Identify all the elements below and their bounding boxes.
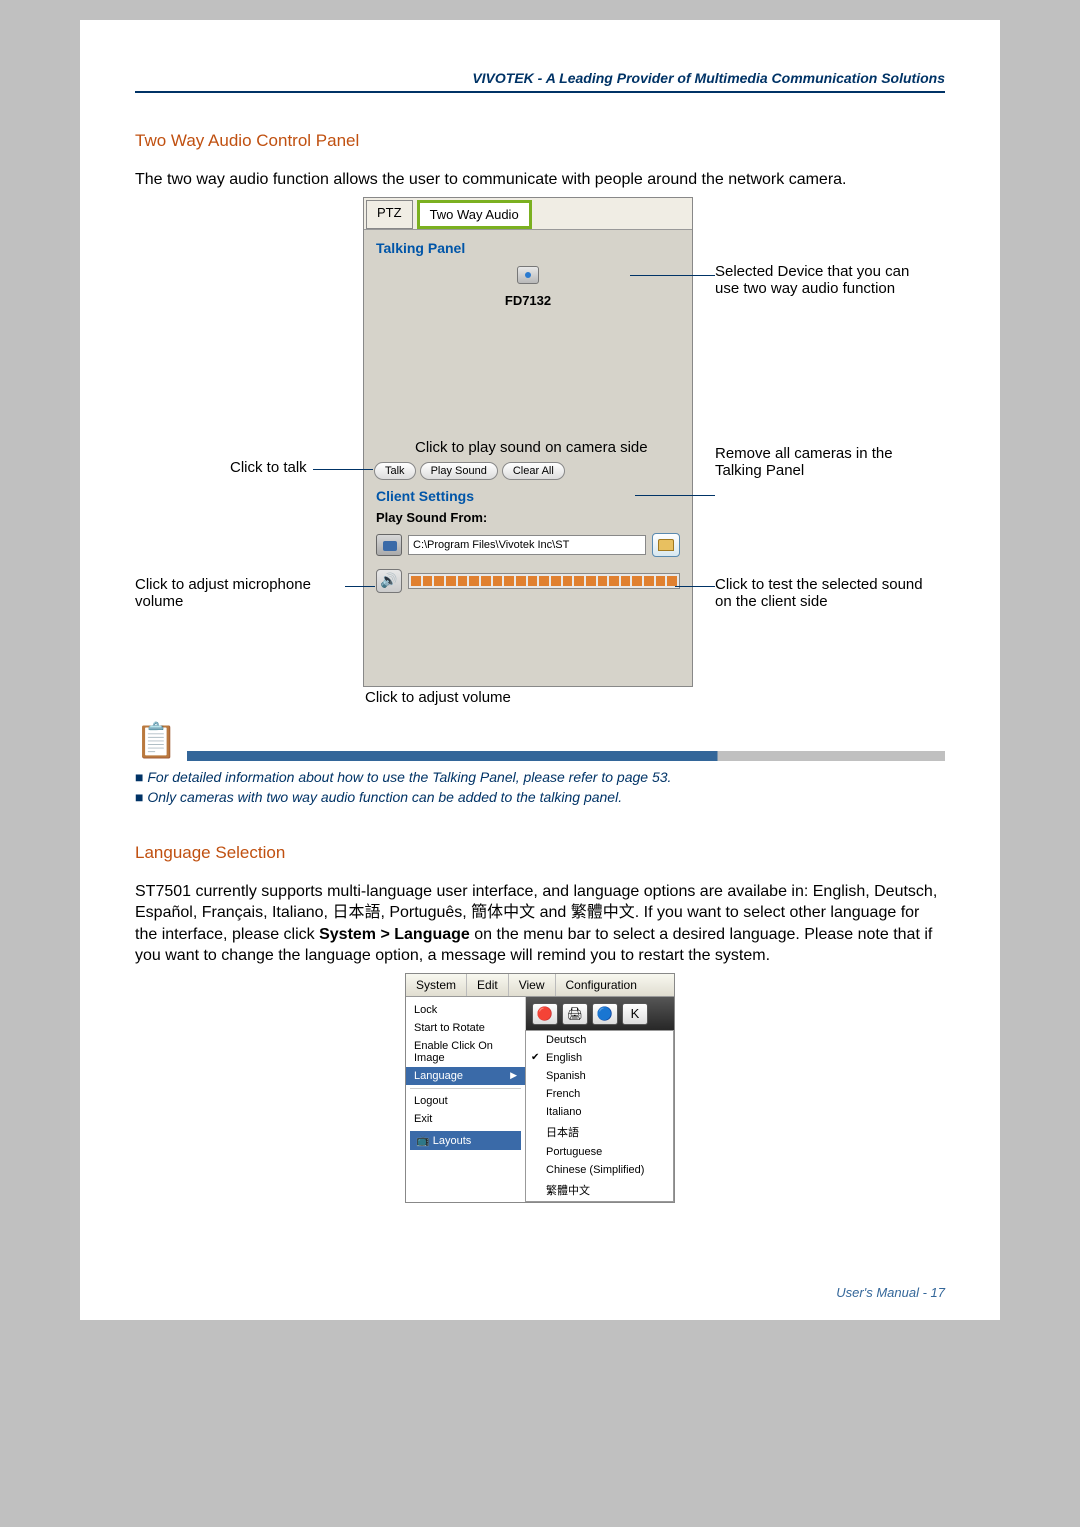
note-divider-row: 📋: [135, 721, 945, 761]
header-divider: [135, 91, 945, 93]
menu-language[interactable]: Language: [406, 1067, 525, 1085]
page-header: VIVOTEK - A Leading Provider of Multimed…: [80, 70, 1000, 91]
lang-chinese-simplified[interactable]: Chinese (Simplified): [526, 1161, 673, 1179]
menu-edit[interactable]: Edit: [467, 974, 509, 996]
section-title-audio: Two Way Audio Control Panel: [135, 131, 945, 151]
sound-path-input[interactable]: C:\Program Files\Vivotek Inc\ST: [408, 535, 646, 555]
toolbar-icon[interactable]: 🔴: [532, 1003, 558, 1025]
menu-rotate[interactable]: Start to Rotate: [406, 1019, 525, 1037]
language-menu-screenshot: System Edit View Configuration Lock Star…: [405, 973, 675, 1203]
microphone-icon[interactable]: [376, 534, 402, 556]
camera-icon: [517, 266, 539, 284]
callout-adjust-volume: Click to adjust volume: [365, 689, 511, 706]
play-sound-button[interactable]: Play Sound: [420, 462, 498, 480]
callout-adjust-mic: Click to adjust microphone volume: [135, 576, 355, 610]
toolbar-icon[interactable]: K: [622, 1003, 648, 1025]
toolbar-icon[interactable]: 🔵: [592, 1003, 618, 1025]
note-icon: 📋: [135, 721, 177, 761]
folder-icon: [658, 539, 674, 551]
callout-click-talk: Click to talk: [230, 459, 307, 476]
callout-play-sound: Click to play sound on camera side: [415, 439, 715, 456]
client-settings-heading: Client Settings: [364, 480, 692, 506]
clear-all-button[interactable]: Clear All: [502, 462, 565, 480]
callout-line: [313, 469, 373, 470]
note-item: For detailed information about how to us…: [135, 767, 945, 787]
lang-chinese-traditional[interactable]: 繁體中文: [526, 1179, 673, 1201]
talk-button[interactable]: Talk: [374, 462, 416, 480]
callout-selected-device: Selected Device that you can use two way…: [715, 263, 915, 297]
system-dropdown: Lock Start to Rotate Enable Click On Ima…: [406, 997, 526, 1202]
callout-line: [635, 495, 715, 496]
page-footer: User's Manual - 17: [836, 1285, 945, 1300]
toolbar-icon[interactable]: 🖨: [562, 1003, 588, 1025]
lang-portuguese[interactable]: Portuguese: [526, 1143, 673, 1161]
play-sound-from-label: Play Sound From:: [364, 506, 692, 529]
device-label: FD7132: [364, 293, 692, 308]
audio-panel-diagram: PTZ Two Way Audio Talking Panel FD7132 T…: [135, 191, 945, 711]
tab-two-way-audio[interactable]: Two Way Audio: [417, 200, 532, 229]
toolbar-icons: 🔴 🖨 🔵 K: [526, 997, 674, 1031]
note-bar: [187, 751, 945, 761]
callout-test-sound: Click to test the selected sound on the …: [715, 576, 925, 610]
menu-logout[interactable]: Logout: [406, 1092, 525, 1110]
callout-line: [675, 586, 715, 587]
browse-folder-button[interactable]: [652, 533, 680, 557]
menu-configuration[interactable]: Configuration: [556, 974, 647, 996]
section-title-language: Language Selection: [135, 843, 945, 863]
note-item: Only cameras with two way audio function…: [135, 787, 945, 807]
lang-french[interactable]: French: [526, 1085, 673, 1103]
callout-remove-all: Remove all cameras in the Talking Panel: [715, 445, 925, 479]
menu-view[interactable]: View: [509, 974, 556, 996]
menu-exit[interactable]: Exit: [406, 1110, 525, 1128]
lang-japanese[interactable]: 日本語: [526, 1121, 673, 1143]
menu-lock[interactable]: Lock: [406, 1001, 525, 1019]
callout-line: [345, 586, 375, 587]
volume-slider[interactable]: [408, 573, 680, 589]
lang-english[interactable]: English: [526, 1049, 673, 1067]
lang-spanish[interactable]: Spanish: [526, 1067, 673, 1085]
section-para-audio: The two way audio function allows the us…: [135, 169, 945, 191]
menu-enable-click[interactable]: Enable Click On Image: [406, 1037, 525, 1067]
speaker-icon[interactable]: 🔊: [376, 569, 402, 593]
section-para-language: ST7501 currently supports multi-language…: [135, 881, 945, 967]
document-page: VIVOTEK - A Leading Provider of Multimed…: [80, 20, 1000, 1320]
menu-separator: [410, 1088, 521, 1089]
tab-ptz[interactable]: PTZ: [366, 200, 413, 229]
talking-panel-heading: Talking Panel: [364, 230, 692, 260]
lang-deutsch[interactable]: Deutsch: [526, 1031, 673, 1049]
callout-line: [630, 275, 715, 276]
lang-italiano[interactable]: Italiano: [526, 1103, 673, 1121]
layouts-button[interactable]: 📺 Layouts: [410, 1131, 521, 1150]
language-submenu: Deutsch English Spanish French Italiano …: [525, 1030, 674, 1202]
note-bullets: For detailed information about how to us…: [135, 767, 945, 807]
menu-system[interactable]: System: [406, 974, 467, 996]
